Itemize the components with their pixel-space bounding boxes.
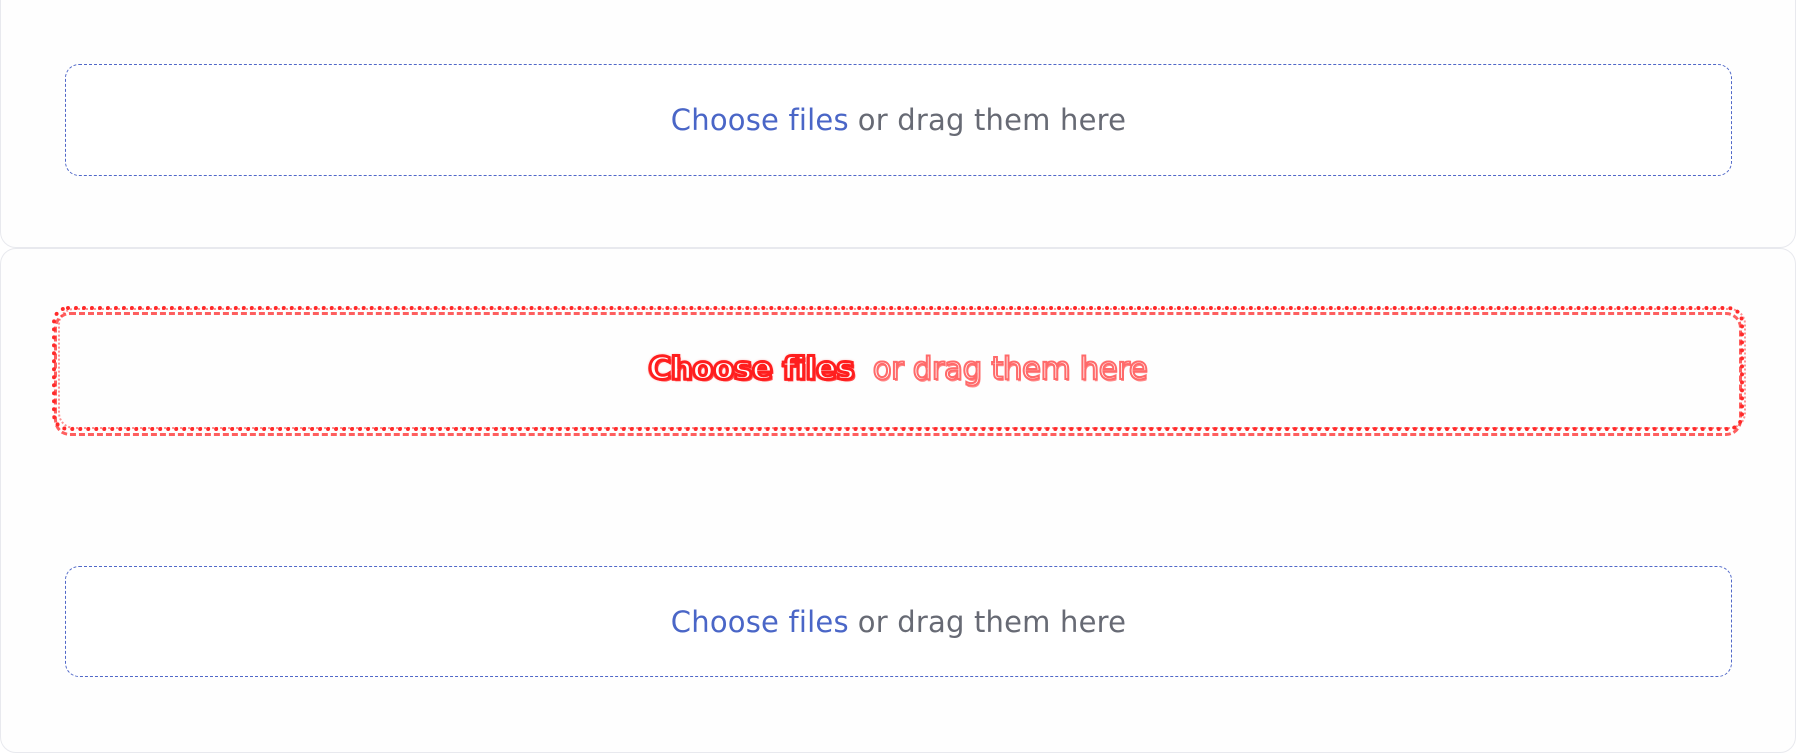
file-dropzone[interactable]: Choose files or drag them here — [65, 64, 1732, 176]
drag-hint-text: or drag them here — [872, 350, 1149, 388]
choose-files-link[interactable]: Choose files — [647, 349, 856, 388]
choose-files-link[interactable]: Choose files — [671, 605, 849, 639]
drag-hint-text: or drag them here — [857, 604, 1127, 639]
file-dropzone[interactable]: Choose files or drag them here — [65, 566, 1732, 677]
file-dropzone-error[interactable]: Choose files or drag them here — [52, 306, 1746, 436]
choose-files-link[interactable]: Choose files — [671, 103, 849, 137]
drag-hint-text: or drag them here — [857, 103, 1127, 137]
